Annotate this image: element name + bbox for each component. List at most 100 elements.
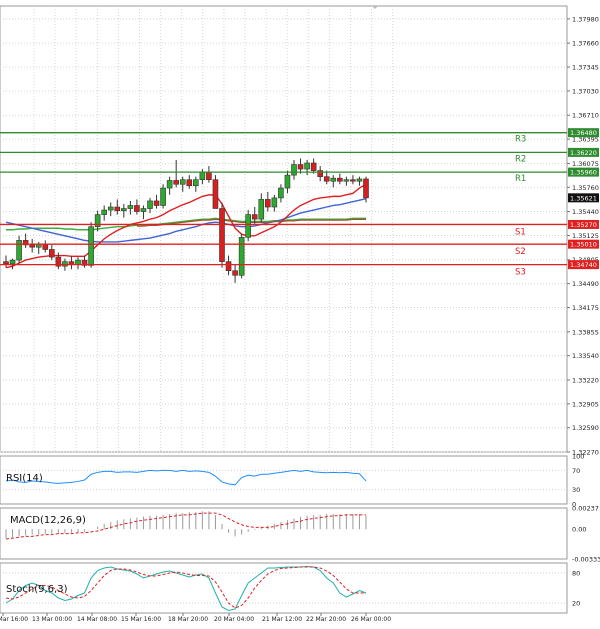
candle-body <box>206 171 212 180</box>
candle-body <box>251 214 258 220</box>
candle-body <box>297 164 304 170</box>
candle-body <box>232 270 238 276</box>
candle-body <box>199 171 206 180</box>
level-name-s1: S1 <box>515 227 526 237</box>
y-tick-label: 1.37345 <box>572 64 599 72</box>
candle-body <box>225 261 232 272</box>
x-tick-label: 14 Mar 08:00 <box>77 616 117 623</box>
level-name-s3: S3 <box>515 268 526 278</box>
rsi-label: RSI(14) <box>6 473 43 484</box>
candle-body <box>173 180 179 185</box>
y-tick-label: 1.34175 <box>572 304 599 312</box>
candle-body <box>42 243 49 250</box>
y-tick-label: 1.35440 <box>572 208 599 216</box>
stoch-panel <box>0 562 568 614</box>
candle-body <box>323 176 330 182</box>
candle-body <box>330 177 337 182</box>
candle-body <box>219 208 225 262</box>
candle-body <box>147 200 153 209</box>
level-price-label: 1.35960 <box>570 169 597 177</box>
candle-body <box>245 214 251 238</box>
level-price-label: 1.36480 <box>570 129 597 137</box>
candle-body <box>284 174 291 189</box>
candle-body <box>265 199 271 208</box>
candle-body <box>186 179 193 187</box>
candle-body <box>304 162 310 170</box>
candle-body <box>179 179 186 185</box>
candle-body <box>291 164 297 176</box>
candle-body <box>88 226 94 266</box>
candle-body <box>140 208 147 212</box>
candle-body <box>258 199 265 220</box>
candle-body <box>310 162 317 171</box>
macd-tick-label: 0.00237 <box>572 505 599 513</box>
chart-svg: 1.379801.376601.373451.370301.367101.363… <box>0 5 600 623</box>
candle-body <box>212 179 219 209</box>
y-tick-label: 1.34490 <box>572 280 599 288</box>
main-panel <box>0 5 568 453</box>
level-name-r1: R1 <box>515 174 526 184</box>
current-price-label: 1.35621 <box>570 194 597 202</box>
y-tick-label: 1.33855 <box>572 328 599 336</box>
y-tick-label: 1.32590 <box>572 424 599 432</box>
candle-body <box>134 205 140 212</box>
y-tick-label: 1.32905 <box>572 400 599 408</box>
candle-body <box>3 261 9 265</box>
y-tick-label: 1.37030 <box>572 87 599 95</box>
stoch-tick-label: 80 <box>572 570 580 578</box>
y-tick-label: 1.36075 <box>572 160 599 168</box>
candle-body <box>356 178 363 182</box>
candle-body <box>193 179 199 187</box>
x-tick-label: 15 Mar 16:00 <box>121 616 161 623</box>
rsi-tick-label: 30 <box>572 486 580 494</box>
candle-body <box>75 259 81 265</box>
candle-body <box>271 197 278 208</box>
candle-body <box>153 200 160 206</box>
stoch-tick-label: 20 <box>572 600 580 608</box>
candle-body <box>114 206 121 212</box>
y-tick-label: 1.37980 <box>572 15 599 23</box>
level-name-s2: S2 <box>515 247 526 257</box>
forex-chart-window: 1.37980 1.37660 1.37345 1.37030 1.36710 1.363… <box>0 0 600 625</box>
x-tick-label: 12 Mar 16:00 <box>0 616 28 623</box>
level-name-r3: R3 <box>515 135 526 145</box>
candle-body <box>49 249 55 258</box>
candle-body <box>278 187 284 199</box>
level-price-label: 1.34740 <box>570 261 597 269</box>
x-tick-label: 21 Mar 12:00 <box>262 616 302 623</box>
x-tick-label: 20 Mar 04:00 <box>214 616 254 623</box>
candle-body <box>16 240 22 261</box>
y-tick-label: 1.33540 <box>572 352 599 360</box>
candle-body <box>29 244 35 248</box>
candle-body <box>101 209 107 215</box>
rsi-tick-label: 100 <box>572 453 584 461</box>
rsi-tick-label: 70 <box>572 467 580 475</box>
candle-body <box>350 179 356 182</box>
level-price-label: 1.36220 <box>570 149 597 157</box>
y-tick-label: 1.35125 <box>572 232 599 240</box>
candle-body <box>337 177 343 182</box>
stoch-label: Stoch(9,6,3) <box>6 584 68 595</box>
candle-body <box>127 205 134 209</box>
level-price-label: 1.35010 <box>570 241 597 249</box>
candle-body <box>62 261 68 267</box>
level-price-label: 1.35270 <box>570 221 597 229</box>
x-tick-label: 13 Mar 00:00 <box>32 616 72 623</box>
candle-body <box>166 180 173 189</box>
x-tick-label: 22 Mar 20:00 <box>306 616 346 623</box>
x-tick-label: 18 Mar 20:00 <box>168 616 208 623</box>
macd-tick-label: -0.003331 <box>572 556 600 564</box>
level-name-r2: R2 <box>515 154 526 164</box>
candle-body <box>160 187 166 206</box>
y-tick-label: 1.36710 <box>572 112 599 120</box>
y-tick-label: 1.37660 <box>572 40 599 48</box>
candle-body <box>121 208 127 212</box>
candle-body <box>238 237 245 276</box>
candle-body <box>9 259 16 265</box>
y-tick-label: 1.33220 <box>572 376 599 384</box>
macd-label: MACD(12,26,9) <box>10 515 86 526</box>
candle-body <box>343 179 350 182</box>
candle-body <box>363 178 369 199</box>
x-tick-label: 26 Mar 00:00 <box>351 616 391 623</box>
candle-body <box>107 206 114 211</box>
